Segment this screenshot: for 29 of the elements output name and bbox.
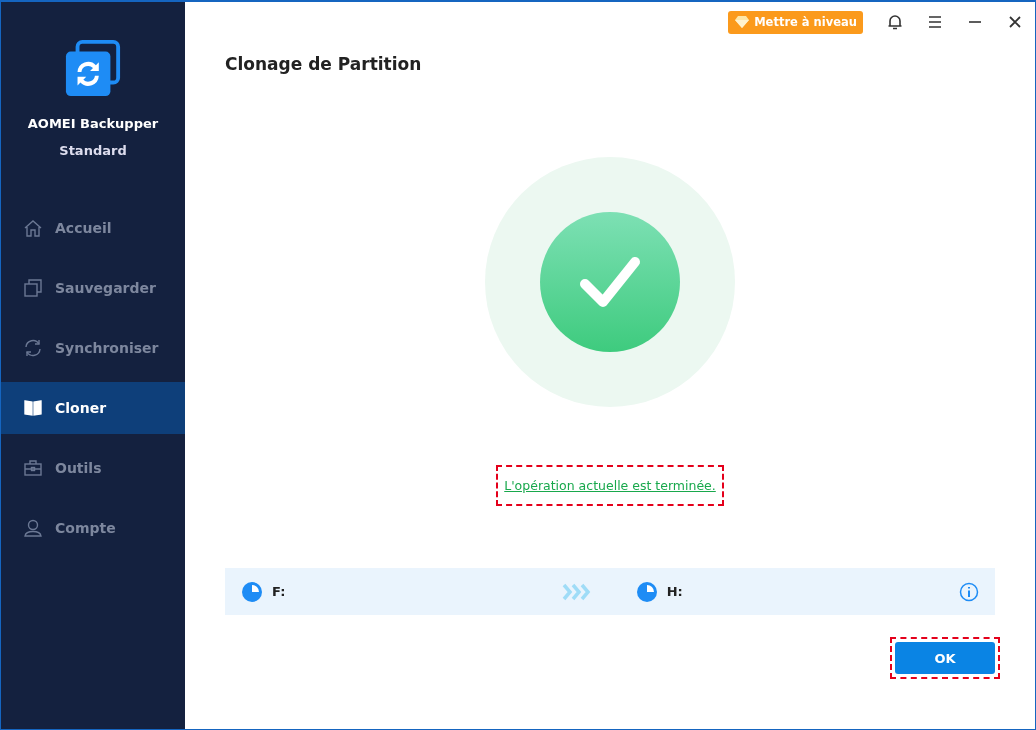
sync-icon (23, 338, 43, 358)
user-icon (23, 518, 43, 538)
toolbox-icon (23, 458, 43, 478)
nav-item[interactable]: Sauvegarder (1, 262, 185, 314)
nav-item[interactable]: Compte (1, 502, 185, 554)
book-icon (23, 398, 43, 418)
nav-item[interactable]: Cloner (1, 382, 185, 434)
status-link[interactable]: L'opération actuelle est terminée. (502, 472, 718, 499)
info-icon[interactable] (959, 581, 979, 602)
target-partition: H: (666, 584, 683, 599)
success-check-icon (485, 157, 735, 407)
app-logo-icon (64, 40, 122, 98)
chevrons-icon (561, 582, 592, 601)
menu-icon[interactable] (927, 14, 943, 30)
ok-button[interactable]: OK (895, 642, 995, 674)
nav-item[interactable]: Synchroniser (1, 322, 185, 374)
partition-pie-icon (241, 580, 263, 603)
nav-item[interactable]: Accueil (1, 202, 185, 254)
nav-item[interactable]: Outils (1, 442, 185, 494)
app-edition: Standard (59, 143, 127, 158)
app-name: AOMEI Backupper (27, 116, 159, 131)
copy-icon (23, 278, 43, 298)
source-partition: F: (272, 584, 286, 599)
close-icon[interactable] (1007, 14, 1023, 30)
diamond-icon (734, 15, 751, 29)
bell-icon[interactable] (887, 14, 903, 30)
partition-pie-icon (635, 580, 658, 603)
house-icon (23, 218, 43, 238)
page-title: Clonage de Partition (225, 54, 423, 74)
